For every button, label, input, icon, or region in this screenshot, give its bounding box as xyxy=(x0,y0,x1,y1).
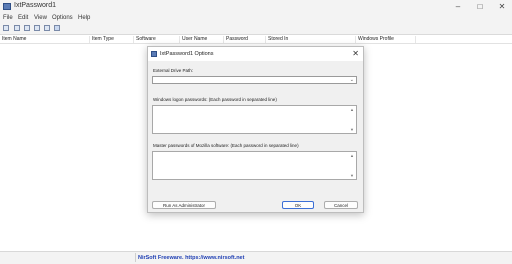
scroll-up-icon[interactable]: ▲ xyxy=(350,153,354,158)
dialog-title-bar: IxtPassword1 Options ✕ xyxy=(148,47,363,61)
column-windows-profile[interactable]: Windows Profile xyxy=(356,36,416,43)
dialog-app-icon xyxy=(151,51,157,57)
dialog-title: IxtPassword1 Options xyxy=(160,51,214,57)
title-bar: IxtPassword1 – □ ✕ xyxy=(0,0,512,14)
column-stored-in[interactable]: Stored In xyxy=(266,36,356,43)
scroll-up-icon[interactable]: ▲ xyxy=(350,107,354,112)
options-dialog: IxtPassword1 Options ✕ External Drive Pa… xyxy=(147,46,364,213)
properties-icon[interactable] xyxy=(44,25,50,31)
cancel-button[interactable]: Cancel xyxy=(324,201,358,209)
mozilla-label: Master passwords of Mozilla software: (E… xyxy=(153,143,299,148)
save-icon[interactable] xyxy=(3,25,9,31)
mozilla-textarea[interactable]: ▲ ▼ xyxy=(152,151,357,180)
window-title: IxtPassword1 xyxy=(14,2,57,9)
main-window: IxtPassword1 – □ ✕ File Edit View Option… xyxy=(0,0,512,264)
column-item-name[interactable]: Item Name xyxy=(0,36,90,43)
column-software[interactable]: Software xyxy=(134,36,180,43)
windows-logon-label: Windows logon passwords: (Each password … xyxy=(153,97,277,102)
column-user-name[interactable]: User Name xyxy=(180,36,224,43)
status-bar: NirSoft Freeware. https://www.nirsoft.ne… xyxy=(0,251,512,264)
chevron-down-icon[interactable]: ⌄ xyxy=(350,77,354,83)
app-icon xyxy=(3,3,11,10)
copy-icon[interactable] xyxy=(24,25,30,31)
maximize-button[interactable]: □ xyxy=(473,1,487,12)
column-item-type[interactable]: Item Type xyxy=(90,36,134,43)
menu-file[interactable]: File xyxy=(3,15,13,21)
run-as-admin-button[interactable]: Run As Administrator xyxy=(152,201,216,209)
ok-button[interactable]: OK xyxy=(282,201,314,209)
menu-options[interactable]: Options xyxy=(52,15,73,21)
external-drive-combo[interactable]: ⌄ xyxy=(152,76,357,84)
menu-edit[interactable]: Edit xyxy=(18,15,28,21)
list-header: Item Name Item Type Software User Name P… xyxy=(0,35,512,44)
status-divider xyxy=(135,253,136,262)
html-report-icon[interactable] xyxy=(14,25,20,31)
toolbar xyxy=(0,23,512,35)
menu-view[interactable]: View xyxy=(34,15,47,21)
nirsoft-link[interactable]: NirSoft Freeware. https://www.nirsoft.ne… xyxy=(138,255,244,261)
about-icon[interactable] xyxy=(54,25,60,31)
menu-bar: File Edit View Options Help xyxy=(0,14,512,23)
windows-logon-textarea[interactable]: ▲ ▼ xyxy=(152,105,357,134)
scroll-down-icon[interactable]: ▼ xyxy=(350,127,354,132)
close-button[interactable]: ✕ xyxy=(495,1,509,12)
minimize-button[interactable]: – xyxy=(451,1,465,12)
scroll-down-icon[interactable]: ▼ xyxy=(350,173,354,178)
column-password[interactable]: Password xyxy=(224,36,266,43)
dialog-close-icon[interactable]: ✕ xyxy=(352,49,359,58)
options-icon[interactable] xyxy=(34,25,40,31)
menu-help[interactable]: Help xyxy=(78,15,90,21)
external-drive-label: External Drive Path: xyxy=(153,68,194,73)
